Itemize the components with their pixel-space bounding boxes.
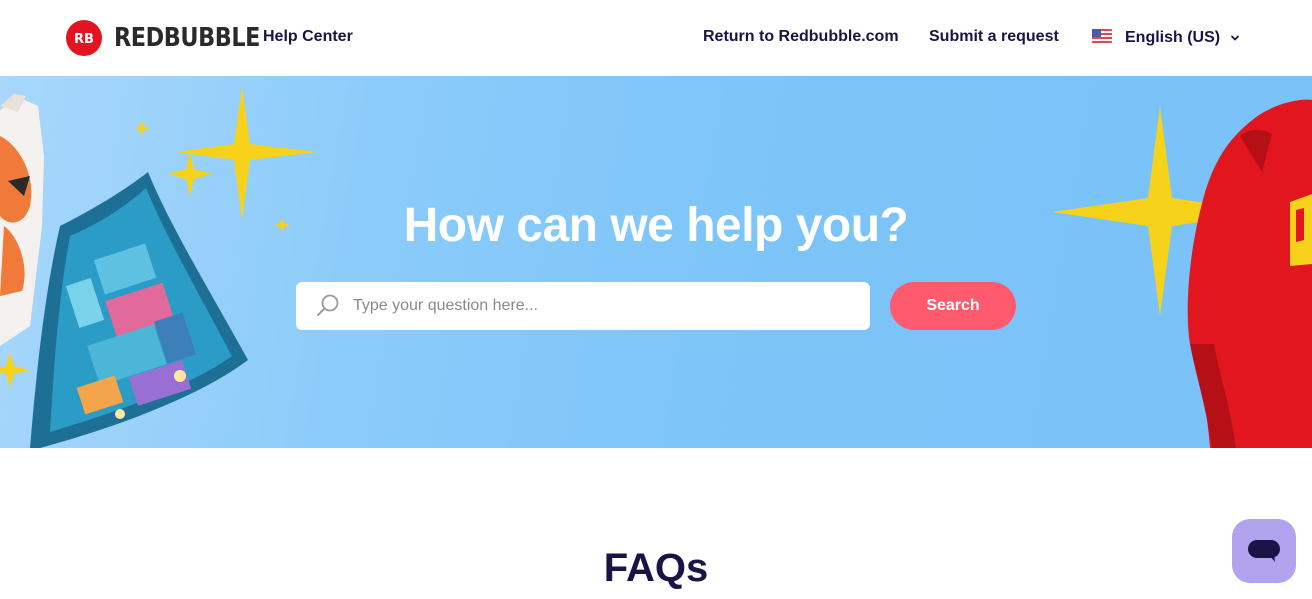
- chat-launcher-button[interactable]: [1232, 519, 1296, 583]
- search-input[interactable]: [353, 297, 853, 315]
- chevron-down-icon: [1231, 35, 1240, 41]
- redbubble-logo-link[interactable]: RB REDBUBBLE: [66, 20, 284, 56]
- hero-banner: How can we help you? Search: [0, 76, 1312, 448]
- search-box: [296, 282, 870, 330]
- svg-text:RB: RB: [74, 32, 94, 47]
- site-header: RB REDBUBBLE Help Center Return to Redbu…: [0, 0, 1312, 76]
- brand-name: REDBUBBLE: [114, 23, 260, 53]
- hero-illustration: [0, 86, 1312, 448]
- faqs-heading: FAQs: [603, 546, 709, 590]
- language-label: English (US): [1125, 29, 1221, 46]
- red-hoodie-image: [1187, 99, 1312, 448]
- return-to-redbubble-link[interactable]: Return to Redbubble.com: [703, 28, 899, 46]
- submit-request-link[interactable]: Submit a request: [929, 28, 1059, 46]
- help-center-link[interactable]: Help Center: [263, 28, 353, 46]
- us-flag-icon: [1092, 29, 1112, 43]
- redbubble-logo-icon: RB: [66, 20, 102, 56]
- hero-heading: How can we help you?: [403, 199, 909, 252]
- search-icon: [317, 294, 339, 316]
- chat-bubble-icon: [1248, 540, 1280, 562]
- search-button[interactable]: Search: [890, 282, 1016, 330]
- language-selector[interactable]: English (US): [1092, 26, 1240, 50]
